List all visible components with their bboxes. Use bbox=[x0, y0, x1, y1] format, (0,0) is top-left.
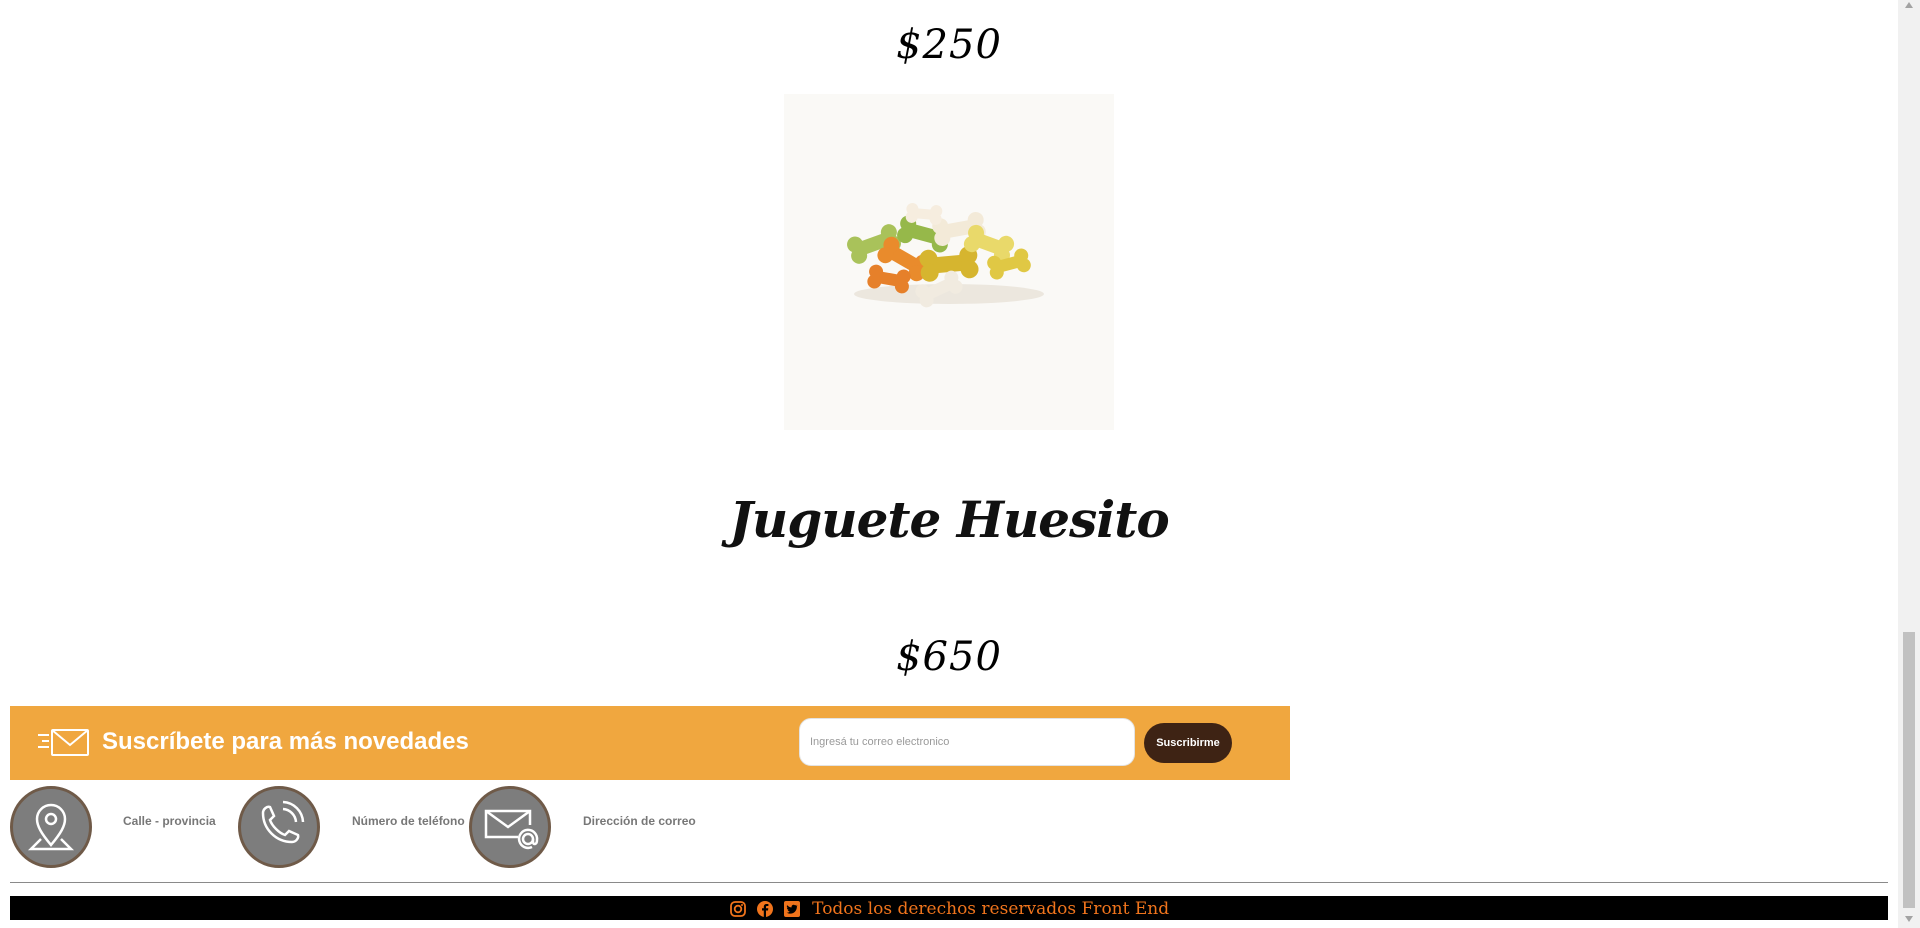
location-contact bbox=[10, 786, 92, 868]
subscribe-button[interactable]: Suscribirme bbox=[1144, 723, 1232, 763]
email-at-icon bbox=[484, 809, 539, 850]
scroll-up-arrow-icon[interactable] bbox=[1904, 0, 1914, 10]
footer-divider bbox=[10, 882, 1888, 883]
previous-product-price: $250 bbox=[896, 22, 1002, 68]
product-image bbox=[784, 94, 1114, 430]
footer-bar: Todos los derechos reservados Front End bbox=[10, 896, 1888, 920]
mail-send-icon bbox=[38, 729, 89, 756]
facebook-icon[interactable] bbox=[756, 900, 774, 918]
product-price: $650 bbox=[896, 634, 1002, 680]
contact-phone-label: Número de teléfono bbox=[352, 814, 465, 828]
contact-email-label: Dirección de correo bbox=[583, 814, 696, 828]
scroll-down-arrow-icon[interactable] bbox=[1904, 914, 1914, 924]
email-contact bbox=[469, 786, 551, 868]
newsletter-title: Suscríbete para más novedades bbox=[102, 728, 469, 755]
contact-address-label: Calle - provincia bbox=[123, 814, 216, 828]
product-name: Juguete Huesito bbox=[729, 490, 1169, 549]
twitter-icon[interactable] bbox=[783, 900, 801, 918]
phone-contact bbox=[238, 786, 320, 868]
location-pin-icon bbox=[27, 803, 75, 851]
vertical-scrollbar[interactable] bbox=[1898, 0, 1920, 928]
newsletter-banner: Suscríbete para más novedades Suscribirm… bbox=[10, 706, 1290, 780]
newsletter-email-input[interactable] bbox=[799, 718, 1135, 766]
footer-copyright: Todos los derechos reservados Front End bbox=[812, 898, 1170, 919]
scrollbar-thumb[interactable] bbox=[1903, 632, 1915, 908]
instagram-icon[interactable] bbox=[729, 900, 747, 918]
phone-icon bbox=[261, 800, 305, 844]
page-content: $250 Juguete Huesito $650 Suscríbete par… bbox=[0, 0, 1898, 928]
dog-biscuit-treats-image bbox=[847, 202, 1044, 308]
